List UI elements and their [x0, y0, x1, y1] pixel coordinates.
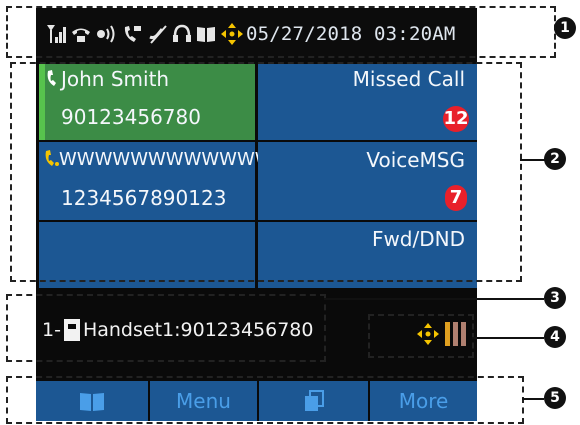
- leader-line-4: [472, 337, 544, 339]
- status-bar-region: [6, 6, 556, 58]
- navigator-indicator-region: [368, 314, 474, 358]
- handset-info-region: [6, 294, 326, 362]
- callout-2: 2: [544, 148, 566, 170]
- callout-4: 4: [544, 326, 566, 348]
- leader-line-3: [324, 298, 544, 300]
- callout-5: 5: [544, 387, 566, 409]
- leader-line-5: [522, 398, 544, 400]
- tile-grid-region: [10, 62, 522, 282]
- callout-1: 1: [554, 17, 576, 39]
- callout-3: 3: [544, 287, 566, 309]
- soft-key-region: [6, 376, 524, 424]
